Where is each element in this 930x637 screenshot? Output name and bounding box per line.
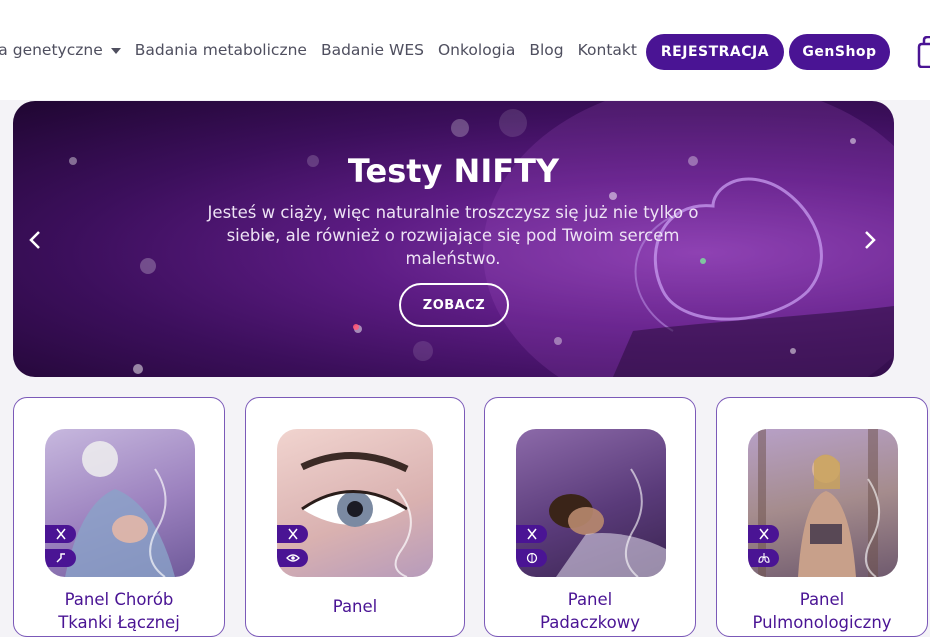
hero-description: Jesteś w ciąży, więc naturalnie troszczy… [207,203,699,268]
card-image [516,429,666,577]
product-card-epilepsy[interactable]: Panel Padaczkowy [484,397,696,637]
card-title-line: Tkanki Łącznej [58,613,180,632]
main-nav: ia genetyczne Badania metaboliczne Badan… [0,41,637,59]
nav-item-wes[interactable]: Badanie WES [321,41,424,59]
card-title-line: Panel [567,590,613,609]
card-title: Panel Pulmonologiczny [717,588,927,634]
nav-item-genetic-tests[interactable]: ia genetyczne [0,41,121,59]
dna-icon [277,525,308,543]
card-title-line: Panel Chorób [64,590,174,609]
chevron-left-icon[interactable] [28,229,42,251]
hero-title: Testy NIFTY [347,152,560,190]
nav-item-oncology[interactable]: Onkologia [438,41,515,59]
card-title-line: Pulmonologiczny [752,613,892,632]
register-button[interactable]: REJESTRACJA [646,34,784,70]
card-title: Panel Padaczkowy [485,588,695,634]
hero-cta-button[interactable]: ZOBACZ [399,283,509,327]
product-card-connective-tissue[interactable]: Panel Chorób Tkanki Łącznej [13,397,225,637]
nav-item-blog[interactable]: Blog [529,41,563,59]
product-card-pulmonology[interactable]: Panel Pulmonologiczny [716,397,928,637]
card-title: Panel Chorób Tkanki Łącznej [14,588,224,634]
card-title: Panel [246,595,464,618]
dna-icon [45,525,76,543]
hero-slider: Testy NIFTY Jesteś w ciąży, więc natural… [13,101,894,377]
nav-item-label: ia genetyczne [0,41,103,59]
card-title-line: Padaczkowy [540,613,640,632]
card-title-line: Panel [799,590,845,609]
nav-item-metabolic[interactable]: Badania metaboliczne [135,41,307,59]
eye-icon [277,549,308,567]
cart-icon[interactable] [916,36,930,68]
brain-icon [516,549,547,567]
product-card-eye[interactable]: Panel [245,397,465,637]
card-image [45,429,195,577]
dna-icon [748,525,779,543]
card-image [277,429,433,577]
nav-item-contact[interactable]: Kontakt [578,41,637,59]
header: ia genetyczne Badania metaboliczne Badan… [0,0,930,100]
lungs-icon [748,549,779,567]
joint-icon [45,549,76,567]
card-title-line: Panel [332,597,378,616]
chevron-right-icon[interactable] [863,229,877,251]
card-image [748,429,898,577]
chevron-down-icon [110,47,121,54]
dna-icon [516,525,547,543]
genshop-button[interactable]: GenShop [789,34,890,70]
